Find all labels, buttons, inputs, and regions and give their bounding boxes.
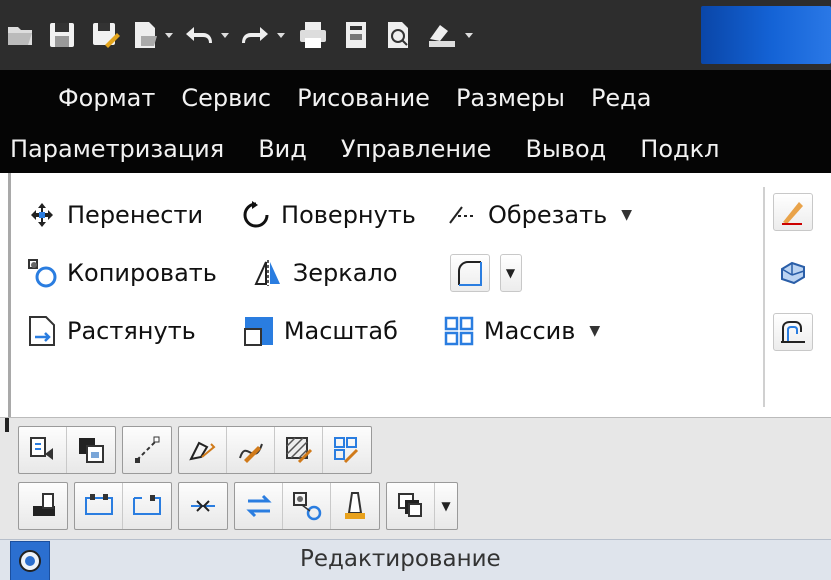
plot-icon[interactable] (420, 13, 464, 57)
menu-dimensions[interactable]: Размеры (450, 84, 571, 112)
draw-order-icon[interactable] (19, 483, 67, 529)
reverse-icon[interactable] (235, 483, 283, 529)
tool-row-1 (18, 426, 372, 474)
erase-icon[interactable] (773, 193, 813, 231)
autocad-window: Формат Сервис Рисование Размеры Реда Пар… (0, 0, 831, 580)
undo-icon[interactable] (178, 13, 220, 57)
explode-icon[interactable] (773, 253, 813, 291)
tool-group-7 (234, 482, 380, 530)
stretch-button[interactable]: Растянуть (25, 314, 196, 348)
array-dropdown-icon[interactable]: ▼ (589, 323, 600, 339)
trim-dropdown-icon[interactable]: ▼ (621, 207, 632, 223)
mirror-button[interactable]: Зеркало (251, 256, 398, 290)
rotate-icon (239, 198, 273, 232)
tab-manage[interactable]: Управление (335, 135, 498, 163)
tool-group-5 (74, 482, 172, 530)
array-label: Массив (483, 317, 576, 345)
move-icon (25, 198, 59, 232)
ribbon-right-column (763, 187, 831, 407)
stretch-icon (25, 314, 59, 348)
modify-ribbon-panel: Перенести Повернуть Обрезать ▼ Копироват… (8, 173, 831, 417)
match-properties-icon[interactable] (19, 427, 67, 473)
menu-modify[interactable]: Реда (585, 84, 658, 112)
trim-label: Обрезать (487, 201, 608, 229)
tool-group-4 (18, 482, 68, 530)
open-icon[interactable] (0, 13, 40, 57)
ribbon-row-3: Растянуть Масштаб Массив ▼ (25, 307, 600, 355)
tab-plugins[interactable]: Подкл (634, 135, 725, 163)
undo-dropdown-icon[interactable] (216, 13, 234, 57)
title-bar-area (701, 6, 831, 64)
align-icon[interactable] (283, 483, 331, 529)
bring-to-front-dropdown-icon[interactable]: ▼ (435, 483, 457, 529)
offset-icon[interactable] (773, 313, 813, 351)
edit-polyline-icon[interactable] (179, 427, 227, 473)
menu-draw[interactable]: Рисование (291, 84, 436, 112)
rotate-button[interactable]: Повернуть (239, 198, 416, 232)
break-icon[interactable] (123, 483, 171, 529)
menu-bar: Формат Сервис Рисование Размеры Реда (0, 70, 831, 125)
panel-title-bar: Редактирование (0, 539, 831, 580)
panel-title: Редактирование (300, 546, 501, 572)
tool-group-8: ▼ (386, 482, 458, 530)
trim-icon (446, 198, 480, 232)
bring-to-front-icon[interactable] (387, 483, 435, 529)
fillet-icon (449, 254, 490, 292)
scale-button[interactable]: Масштаб (242, 314, 398, 348)
move-label: Перенести (67, 201, 204, 229)
save-as-icon[interactable] (84, 13, 128, 57)
ribbon-row-1: Перенести Повернуть Обрезать ▼ (25, 191, 632, 239)
mirror-label: Зеркало (292, 259, 398, 287)
preview-icon[interactable] (376, 13, 420, 57)
join-icon[interactable] (179, 483, 227, 529)
scale-icon (242, 314, 276, 348)
trim-button[interactable]: Обрезать ▼ (446, 198, 632, 232)
scale-label: Масштаб (283, 317, 398, 345)
move-button[interactable]: Перенести (25, 198, 203, 232)
tab-parametric[interactable]: Параметризация (0, 135, 230, 163)
tab-view[interactable]: Вид (252, 135, 313, 163)
edit-spline-icon[interactable] (227, 427, 275, 473)
dropdown-arrow-icon[interactable] (160, 13, 178, 57)
fillet-button[interactable]: ▼ (449, 254, 522, 292)
ribbon-tab-bar: Параметризация Вид Управление Вывод Подк… (0, 125, 831, 173)
panel-pin-icon[interactable] (10, 540, 50, 580)
break-at-point-icon[interactable] (75, 483, 123, 529)
quick-access-toolbar (0, 0, 831, 70)
tool-group-2 (122, 426, 172, 474)
menu-service[interactable]: Сервис (175, 84, 277, 112)
set-by-layer-icon[interactable] (331, 483, 379, 529)
copy-with-base-icon[interactable] (67, 427, 115, 473)
menu-format[interactable]: Формат (52, 84, 161, 112)
print-icon[interactable] (290, 13, 336, 57)
tool-group-3 (178, 426, 372, 474)
copy-button[interactable]: Копировать (25, 256, 217, 290)
modify-panel-expanded: ▼ Редактирование (0, 417, 831, 580)
lengthen-icon[interactable] (123, 427, 171, 473)
plot-preview-icon[interactable] (128, 13, 164, 57)
customize-dropdown-icon[interactable] (460, 13, 478, 57)
fillet-dropdown-icon[interactable]: ▼ (499, 254, 522, 292)
tool-group-1 (18, 426, 116, 474)
publish-icon[interactable] (336, 13, 376, 57)
array-icon (442, 314, 476, 348)
mirror-icon (251, 256, 285, 290)
tool-group-6 (178, 482, 228, 530)
ribbon-row-2: Копировать Зеркало ▼ (25, 249, 522, 297)
redo-icon[interactable] (234, 13, 276, 57)
array-button[interactable]: Массив ▼ (442, 314, 600, 348)
copy-icon (25, 256, 59, 290)
edit-array-icon[interactable] (323, 427, 371, 473)
copy-label: Копировать (67, 259, 217, 287)
save-icon[interactable] (40, 13, 84, 57)
redo-dropdown-icon[interactable] (272, 13, 290, 57)
panel-edge-marker (5, 418, 9, 432)
tool-row-2: ▼ (18, 482, 458, 530)
tab-output[interactable]: Вывод (519, 135, 612, 163)
edit-hatch-icon[interactable] (275, 427, 323, 473)
rotate-label: Повернуть (281, 201, 416, 229)
stretch-label: Растянуть (67, 317, 196, 345)
